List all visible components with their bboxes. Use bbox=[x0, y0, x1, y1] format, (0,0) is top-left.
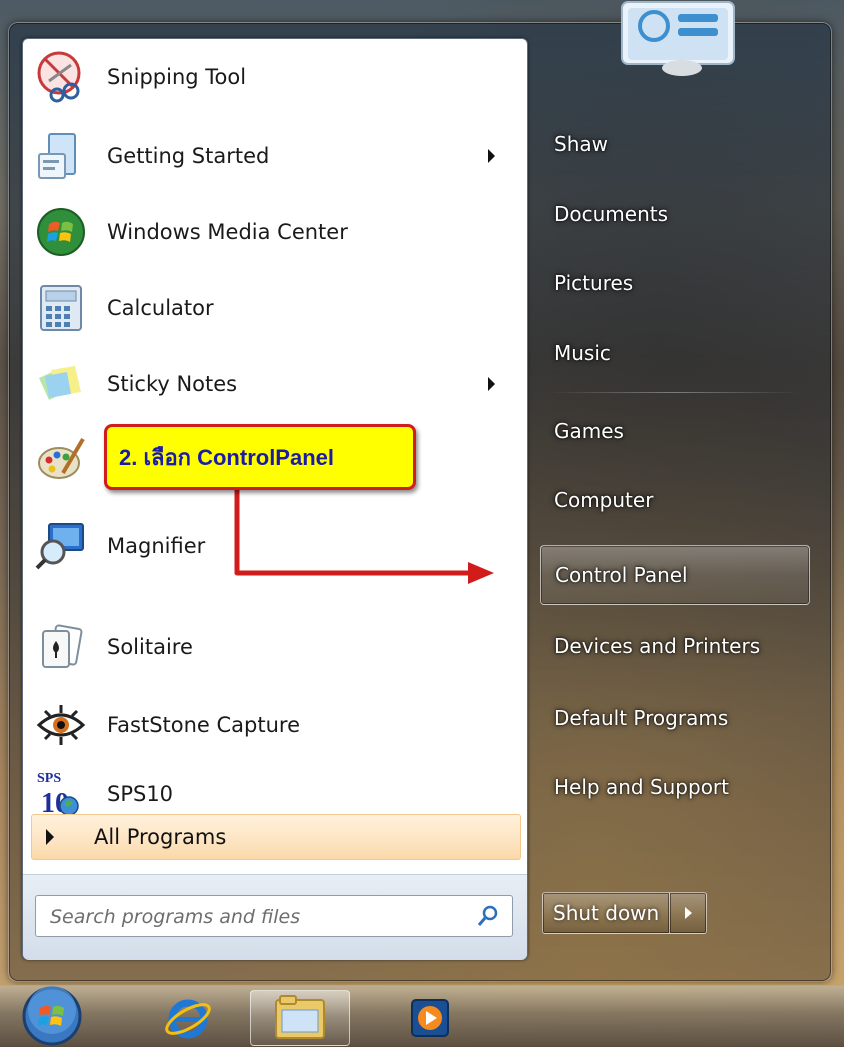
annotation-callout: 2. เลือก ControlPanel bbox=[104, 424, 416, 490]
taskbar-media-player[interactable] bbox=[380, 990, 480, 1046]
internet-explorer-icon bbox=[165, 999, 211, 1039]
taskbar-internet-explorer[interactable] bbox=[138, 990, 238, 1046]
taskbar-windows-explorer[interactable] bbox=[250, 990, 350, 1046]
windows-explorer-icon bbox=[275, 995, 325, 1039]
media-player-icon bbox=[411, 999, 449, 1037]
start-orb-icon[interactable] bbox=[18, 982, 88, 1046]
annotation-text: 2. เลือก ControlPanel bbox=[119, 444, 335, 470]
annotation-arrow bbox=[234, 490, 494, 584]
